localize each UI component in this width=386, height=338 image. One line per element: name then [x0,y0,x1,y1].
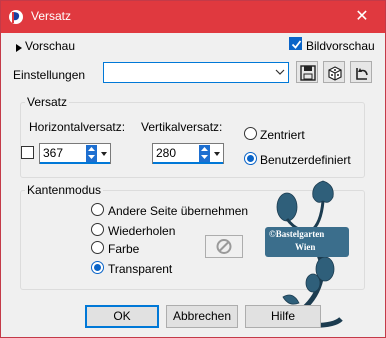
undo-icon [356,68,368,80]
chevron-down-icon[interactable] [212,145,222,162]
vertical-offset-input[interactable]: 280 [152,143,224,164]
preview-toggle[interactable]: Vorschau [25,39,75,53]
settings-label: Einstellungen [13,68,86,82]
edge-option-label: Wiederholen [108,224,176,238]
custom-label: Benutzerdefiniert [260,153,351,167]
expand-triangle-icon[interactable] [15,42,23,56]
color-swatch[interactable] [205,235,243,258]
window-title: Versatz [31,9,72,23]
save-preset-button[interactable] [296,61,318,83]
restore-default-button[interactable] [350,61,372,83]
edge-option-label: Transparent [108,262,173,276]
dice-icon [328,66,342,81]
title-bar[interactable]: Versatz ✕ [1,1,385,33]
centered-radio[interactable] [244,127,257,140]
vertical-offset-label: Vertikalversatz: [141,120,223,134]
custom-radio[interactable] [244,152,257,165]
dialog-window: Versatz ✕ Vorschau Bildvorschau Einstell… [0,0,386,338]
no-color-icon [216,239,232,254]
spin-updown-icon[interactable] [199,145,210,162]
floppy-icon [300,65,316,81]
centered-label: Zentriert [260,128,305,142]
help-button[interactable]: Hilfe [245,305,321,328]
close-button[interactable]: ✕ [339,1,385,33]
edge-mode-group-title: Kantenmodus [25,183,104,197]
edge-option-label: Farbe [108,242,140,256]
app-icon [8,9,24,25]
link-offset-checkbox[interactable] [21,146,34,159]
spin-updown-icon[interactable] [86,145,97,162]
chevron-down-icon [274,66,286,78]
chevron-down-icon[interactable] [99,145,109,162]
cancel-button[interactable]: Abbrechen [166,305,238,328]
image-preview-checkbox[interactable] [289,37,302,50]
offset-group-title: Versatz [25,95,70,109]
edge-option-radio[interactable] [91,261,104,274]
horizontal-offset-input[interactable]: 367 [39,143,111,164]
edge-option-label: Andere Seite übernehmen [108,204,249,218]
watermark-line2: Wien [295,242,316,252]
reset-button[interactable] [323,61,345,83]
edge-option-radio[interactable] [91,223,104,236]
ok-button[interactable]: OK [85,305,159,328]
edge-option-radio[interactable] [91,241,104,254]
horizontal-offset-label: Horizontalversatz: [29,120,126,134]
image-preview-label: Bildvorschau [306,39,375,53]
settings-dropdown[interactable] [103,62,289,83]
edge-option-radio[interactable] [91,203,104,216]
watermark-line1: ©Bastelgarten [269,229,325,239]
